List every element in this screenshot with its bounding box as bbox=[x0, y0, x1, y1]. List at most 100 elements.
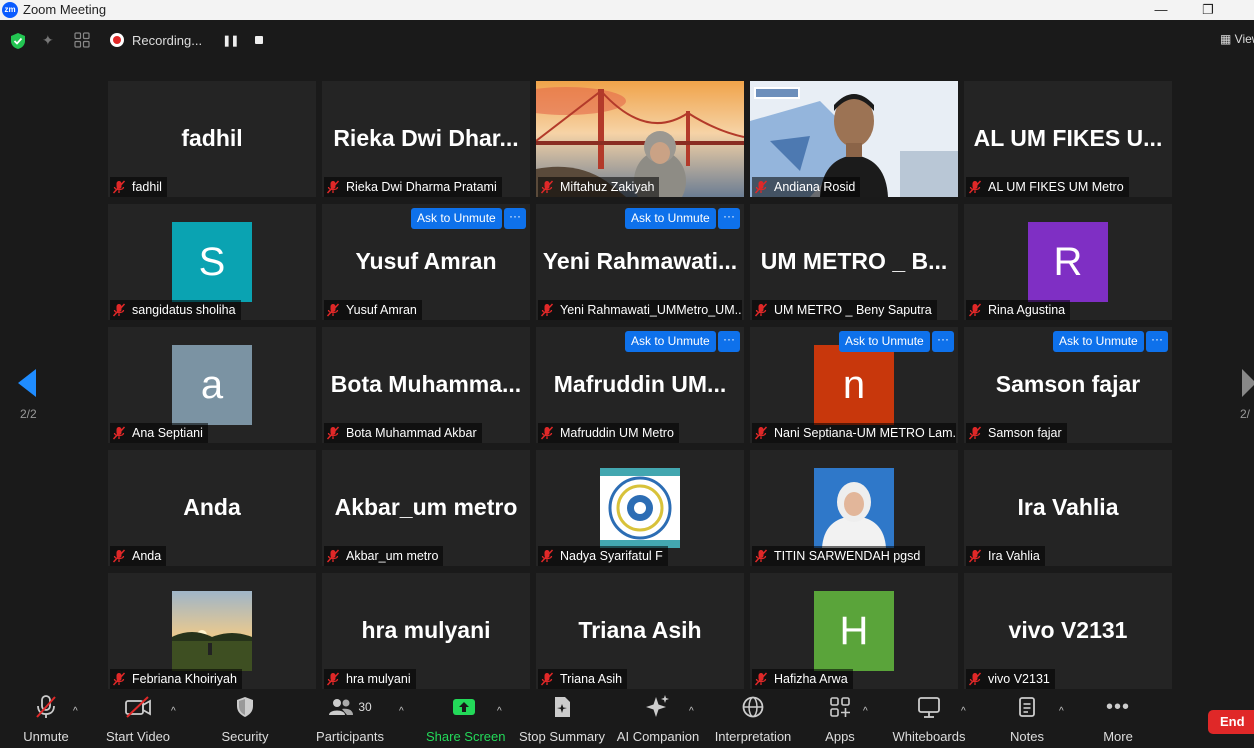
participant-tile[interactable]: a Ana Septiani bbox=[108, 327, 316, 443]
participant-name: fadhil bbox=[132, 180, 162, 194]
participant-tile[interactable]: AL UM FIKES U... AL UM FIKES UM Metro bbox=[964, 81, 1172, 197]
ai-sparkle-icon[interactable]: ✦ bbox=[42, 32, 54, 49]
participant-tile[interactable]: Nadya Syarifatul F bbox=[536, 450, 744, 566]
meeting-toolbar: Unmute ^ Start Video ^ Security 30 Parti… bbox=[0, 692, 1254, 748]
participant-tile[interactable]: Akbar_um metro Akbar_um metro bbox=[322, 450, 530, 566]
pause-recording-button[interactable]: ❚❚ bbox=[222, 34, 239, 47]
participant-name: Miftahuz Zakiyah bbox=[560, 180, 655, 194]
participant-tile[interactable]: Ssangidatus sholiha bbox=[108, 204, 316, 320]
participant-tile[interactable]: H Hafizha Arwa bbox=[750, 573, 958, 689]
apps-button[interactable]: Apps bbox=[820, 692, 860, 748]
whiteboards-button[interactable]: Whiteboards bbox=[890, 692, 968, 748]
participant-tile[interactable]: Triana Asih Triana Asih bbox=[536, 573, 744, 689]
participant-name-tag: Febriana Khoiriyah bbox=[110, 669, 242, 689]
ask-to-unmute-button[interactable]: Ask to Unmute bbox=[839, 331, 930, 352]
participant-name-tag: Anda bbox=[110, 546, 167, 566]
encryption-shield-icon[interactable] bbox=[10, 32, 26, 50]
end-meeting-button[interactable]: End bbox=[1208, 710, 1254, 734]
whiteboards-options-caret[interactable]: ^ bbox=[961, 706, 966, 717]
notes-options-caret[interactable]: ^ bbox=[1059, 706, 1064, 717]
start-video-button[interactable]: Start Video bbox=[104, 692, 172, 748]
stop-recording-button[interactable] bbox=[254, 36, 263, 44]
ai-companion-sparkle-icon bbox=[646, 695, 669, 717]
security-label: Security bbox=[221, 729, 269, 744]
minimize-button[interactable]: — bbox=[1141, 0, 1181, 20]
participant-tile[interactable]: R Rina Agustina bbox=[964, 204, 1172, 320]
muted-mic-icon bbox=[968, 426, 982, 440]
participant-tile[interactable]: Andiana Rosid bbox=[750, 81, 958, 197]
unmute-button[interactable]: Unmute bbox=[20, 692, 72, 748]
stop-summary-button[interactable]: Stop Summary bbox=[518, 692, 606, 748]
tile-more-options-button[interactable]: ··· bbox=[504, 208, 526, 229]
participant-tile[interactable]: Yeni Rahmawati... Ask to Unmute ··· Yeni Ra… bbox=[536, 204, 744, 320]
audio-options-caret[interactable]: ^ bbox=[73, 706, 78, 717]
participant-name-tag: Yusuf Amran bbox=[324, 300, 422, 320]
ask-to-unmute-button[interactable]: Ask to Unmute bbox=[625, 331, 716, 352]
participant-name-tag: Triana Asih bbox=[538, 669, 628, 689]
share-screen-button[interactable]: Share Screen bbox=[426, 692, 506, 748]
apps-options-caret[interactable]: ^ bbox=[863, 706, 868, 717]
muted-mic-icon bbox=[112, 426, 126, 440]
muted-mic-icon bbox=[968, 549, 982, 563]
participant-tile[interactable]: TITIN SARWENDAH pgsd bbox=[750, 450, 958, 566]
view-label: View bbox=[1234, 32, 1254, 46]
participant-name: Akbar_um metro bbox=[346, 549, 439, 563]
tile-more-options-button[interactable]: ··· bbox=[1146, 331, 1168, 352]
video-options-caret[interactable]: ^ bbox=[171, 706, 176, 717]
ai-companion-label: AI Companion bbox=[616, 729, 700, 744]
security-shield-icon bbox=[237, 697, 253, 717]
participant-tile[interactable]: vivo V2131 vivo V2131 bbox=[964, 573, 1172, 689]
ask-to-unmute-button[interactable]: Ask to Unmute bbox=[411, 208, 502, 229]
participant-display-name: Rieka Dwi Dhar... bbox=[333, 125, 519, 151]
participant-display-name: AL UM FIKES U... bbox=[973, 125, 1163, 151]
apps-grid-icon[interactable] bbox=[74, 32, 90, 48]
view-button[interactable]: ▦ View bbox=[1220, 32, 1254, 46]
muted-mic-icon bbox=[36, 695, 56, 718]
participant-tile[interactable]: Miftahuz Zakiyah bbox=[536, 81, 744, 197]
more-button[interactable]: ••• More bbox=[1098, 692, 1138, 748]
participant-tile[interactable]: n Ask to Unmute ··· Nani Septiana-UM METRO … bbox=[750, 327, 958, 443]
participant-tile[interactable]: Febriana Khoiriyah bbox=[108, 573, 316, 689]
participant-name-tag: Mafruddin UM Metro bbox=[538, 423, 679, 443]
share-options-caret[interactable]: ^ bbox=[497, 706, 502, 717]
left-arrow-icon bbox=[18, 369, 36, 397]
prev-page-button[interactable]: 2/2 bbox=[0, 345, 58, 425]
ask-to-unmute-button[interactable]: Ask to Unmute bbox=[625, 208, 716, 229]
participant-tile[interactable]: UM METRO _ B... UM METRO _ Beny Saputra bbox=[750, 204, 958, 320]
participants-button[interactable]: 30 Participants bbox=[314, 692, 386, 748]
participant-name-tag: hra mulyani bbox=[324, 669, 416, 689]
next-page-button[interactable]: 2/ bbox=[1228, 345, 1254, 425]
participant-tile[interactable]: Mafruddin UM... Ask to Unmute ··· Mafruddin… bbox=[536, 327, 744, 443]
participant-name-tag: Hafizha Arwa bbox=[752, 669, 853, 689]
participant-tile[interactable]: Samson fajar Ask to Unmute ··· Samson fajar bbox=[964, 327, 1172, 443]
ask-to-unmute-button[interactable]: Ask to Unmute bbox=[1053, 331, 1144, 352]
participants-icon bbox=[329, 699, 354, 715]
participant-name: TITIN SARWENDAH pgsd bbox=[774, 549, 921, 563]
participant-name: Ira Vahlia bbox=[988, 549, 1040, 563]
tile-more-options-button[interactable]: ··· bbox=[718, 208, 740, 229]
restore-button[interactable]: ❐ bbox=[1188, 0, 1228, 20]
participant-display-name: UM METRO _ B... bbox=[760, 248, 948, 274]
ai-companion-button[interactable]: AI Companion bbox=[616, 692, 700, 748]
participant-tile[interactable]: Rieka Dwi Dhar... Rieka Dwi Dharma Pratam… bbox=[322, 81, 530, 197]
participant-logo-image bbox=[600, 468, 680, 548]
security-button[interactable]: Security bbox=[218, 692, 272, 748]
participant-tile[interactable]: Anda Anda bbox=[108, 450, 316, 566]
participant-name-tag: Rieka Dwi Dharma Pratami bbox=[324, 177, 502, 197]
participant-name: Nani Septiana-UM METRO Lam... bbox=[774, 426, 956, 440]
participant-tile[interactable]: hra mulyani hra mulyani bbox=[322, 573, 530, 689]
tile-more-options-button[interactable]: ··· bbox=[718, 331, 740, 352]
participant-name: Febriana Khoiriyah bbox=[132, 672, 237, 686]
notes-button[interactable]: Notes bbox=[1004, 692, 1050, 748]
participant-display-name: Mafruddin UM... bbox=[553, 371, 727, 397]
tile-more-options-button[interactable]: ··· bbox=[932, 331, 954, 352]
participants-options-caret[interactable]: ^ bbox=[399, 706, 404, 717]
participant-tile[interactable]: fadhil fadhil bbox=[108, 81, 316, 197]
ai-options-caret[interactable]: ^ bbox=[689, 706, 694, 717]
muted-mic-icon bbox=[540, 549, 554, 563]
interpretation-button[interactable]: Interpretation bbox=[710, 692, 796, 748]
participant-tile[interactable]: Ira Vahlia Ira Vahlia bbox=[964, 450, 1172, 566]
participant-tile[interactable]: Yusuf Amran Ask to Unmute ··· Yusuf Amran bbox=[322, 204, 530, 320]
muted-mic-icon bbox=[112, 672, 126, 686]
participant-tile[interactable]: Bota Muhamma... Bota Muhammad Akbar bbox=[322, 327, 530, 443]
